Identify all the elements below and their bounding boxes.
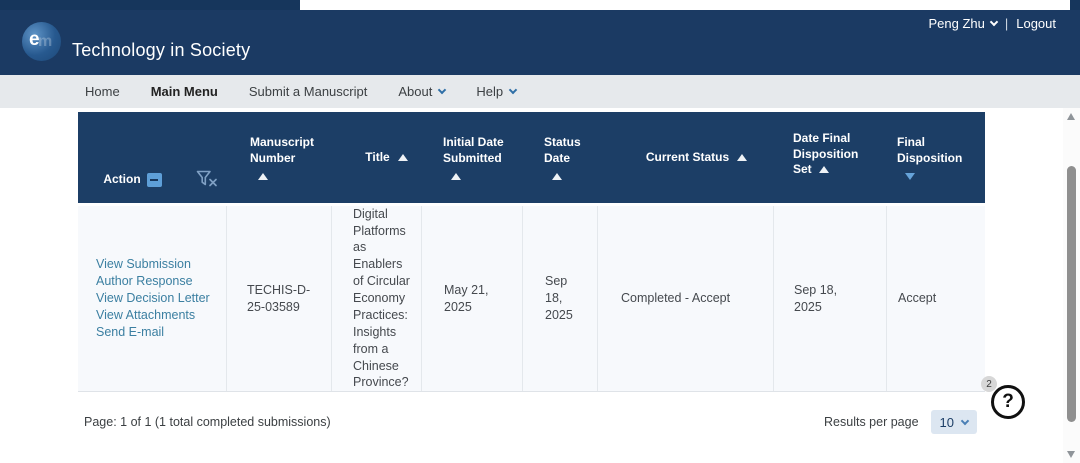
current-status-cell: Completed - Accept	[597, 206, 773, 391]
sort-asc-icon	[552, 173, 562, 180]
scrollbar-thumb[interactable]	[1067, 166, 1076, 422]
help-button[interactable]: ?	[991, 385, 1025, 419]
column-header-action: Action	[78, 112, 226, 203]
clear-filter-icon[interactable]	[196, 170, 219, 189]
action-header-label: Action	[103, 172, 140, 188]
nav-item-help[interactable]: Help	[476, 84, 516, 99]
view-submission-link[interactable]: View Submission	[96, 256, 226, 273]
manuscript-number-cell: TECHIS-D-25-03589	[226, 206, 331, 391]
title-cell: Digital Platforms as Enablers of Circula…	[331, 206, 421, 391]
nav-item-about[interactable]: About	[398, 84, 445, 99]
top-strip-navy-segment	[0, 0, 300, 10]
results-per-page-control: Results per page 10	[824, 410, 977, 434]
sort-asc-icon	[737, 154, 747, 161]
scrollbar-down-arrow-icon[interactable]	[1067, 451, 1075, 458]
user-area: Peng Zhu | Logout	[928, 16, 1056, 31]
nav-item-submit-manuscript[interactable]: Submit a Manuscript	[249, 84, 368, 99]
sort-desc-icon	[905, 173, 915, 180]
results-per-page-select[interactable]: 10	[931, 410, 977, 434]
table-body: View Submission Author Response View Dec…	[78, 206, 985, 392]
sort-asc-icon	[398, 154, 408, 161]
sort-asc-icon	[258, 173, 268, 180]
logout-link[interactable]: Logout	[1016, 16, 1056, 31]
status-date-cell: Sep 18, 2025	[522, 206, 597, 391]
author-response-link[interactable]: Author Response	[96, 273, 226, 290]
logo-letter-m: m	[38, 33, 52, 51]
editorial-manager-page: m e Technology in Society Peng Zhu | Log…	[0, 0, 1080, 463]
vertical-scrollbar	[1063, 108, 1080, 463]
user-name-label: Peng Zhu	[928, 16, 984, 31]
window-top-strip	[0, 0, 1080, 10]
journal-title: Technology in Society	[72, 40, 250, 61]
column-header-manuscript-number[interactable]: Manuscript Number	[226, 112, 331, 203]
divider: |	[1005, 16, 1008, 31]
user-menu[interactable]: Peng Zhu	[928, 16, 996, 31]
help-widget: 2 ?	[989, 383, 1027, 421]
action-links-cell: View Submission Author Response View Dec…	[78, 206, 226, 391]
collapse-minus-icon[interactable]	[147, 173, 162, 187]
column-header-title[interactable]: Title	[331, 112, 421, 203]
results-per-page-value: 10	[940, 415, 954, 430]
editorial-manager-logo-icon[interactable]: m e	[22, 22, 61, 61]
nav-item-main-menu[interactable]: Main Menu	[151, 84, 218, 99]
column-header-status-date[interactable]: Status Date	[522, 112, 597, 203]
initial-date-submitted-cell: May 21, 2025	[421, 206, 522, 391]
column-header-date-final-disposition-set[interactable]: Date Final Disposition Set	[773, 112, 886, 203]
chevron-down-icon	[438, 86, 446, 94]
pagination-summary: Page: 1 of 1 (1 total completed submissi…	[84, 415, 331, 429]
nav-item-home[interactable]: Home	[85, 84, 120, 99]
results-per-page-label: Results per page	[824, 415, 919, 429]
view-decision-letter-link[interactable]: View Decision Letter	[96, 290, 226, 307]
chevron-down-icon	[990, 18, 998, 26]
table-header-row: Action Manuscript Number Title Initial D…	[78, 112, 985, 203]
view-attachments-link[interactable]: View Attachments	[96, 307, 226, 324]
chevron-down-icon	[961, 416, 969, 424]
column-header-initial-date-submitted[interactable]: Initial Date Submitted	[421, 112, 522, 203]
submissions-table: Action Manuscript Number Title Initial D…	[78, 112, 985, 392]
logo-letter-e: e	[29, 29, 40, 51]
main-navigation: Home Main Menu Submit a Manuscript About…	[0, 75, 1080, 108]
scrollbar-up-arrow-icon[interactable]	[1067, 113, 1075, 120]
question-mark-icon: ?	[1002, 391, 1014, 413]
column-header-current-status[interactable]: Current Status	[597, 112, 773, 203]
app-header: m e Technology in Society Peng Zhu | Log…	[0, 10, 1080, 75]
sort-asc-icon	[451, 173, 461, 180]
send-email-link[interactable]: Send E-mail	[96, 324, 226, 341]
final-disposition-cell: Accept	[886, 206, 985, 391]
date-final-disposition-set-cell: Sep 18, 2025	[773, 206, 886, 391]
chevron-down-icon	[509, 86, 517, 94]
sort-asc-icon	[819, 166, 829, 173]
table-row: View Submission Author Response View Dec…	[78, 206, 985, 392]
column-header-final-disposition[interactable]: Final Disposition	[886, 112, 985, 203]
